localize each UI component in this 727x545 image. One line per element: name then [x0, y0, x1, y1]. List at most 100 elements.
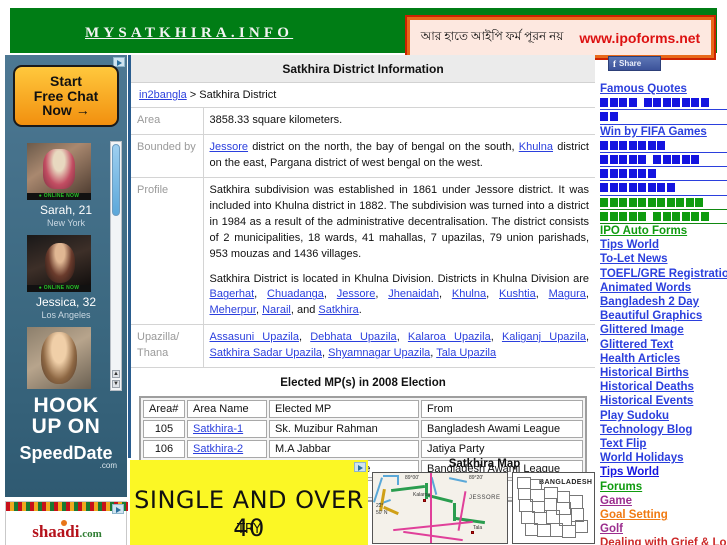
- link-upazila[interactable]: Satkhira Sadar Upazila: [210, 347, 323, 359]
- missing-glyph-box-icon: [609, 140, 618, 150]
- link-upazila[interactable]: Assasuni Upazila: [210, 331, 300, 343]
- missing-glyph-box-icon: [628, 169, 637, 179]
- sidebar-link-list: Famous Quotes Win by FIFA Games IPO Auto F…: [600, 82, 727, 545]
- sidebar-link[interactable]: TOEFL/GRE Registration: [600, 267, 727, 281]
- table-row: 106 Satkhira-2 M.A Jabbar Jatiya Party: [143, 440, 583, 459]
- satkhira-district-map-image[interactable]: Kalaroa Tala 89°00' 89°20' 22° 50' N JES…: [372, 472, 508, 544]
- sidebar-link[interactable]: Glittered Text: [600, 338, 727, 352]
- sidebar-unrendered-text-row[interactable]: [600, 96, 727, 111]
- link-jessore[interactable]: Jessore: [210, 141, 249, 153]
- link-khulna[interactable]: Khulna: [519, 141, 553, 153]
- sidebar-link[interactable]: IPO Auto Forms: [600, 224, 727, 238]
- sidebar-link[interactable]: Dealing with Grief & Loss: [600, 536, 727, 545]
- link-division-district[interactable]: Jessore: [337, 288, 376, 300]
- sidebar-link[interactable]: Golf: [600, 522, 727, 536]
- sidebar-link[interactable]: Historical Deaths: [600, 380, 727, 394]
- table-row-bounded-by: Bounded by Jessore district on the north…: [131, 134, 595, 178]
- sidebar-link[interactable]: Health Articles: [600, 352, 727, 366]
- missing-glyph-box-icon: [638, 169, 646, 179]
- link-division-district[interactable]: Meherpur: [210, 304, 256, 316]
- missing-glyph-box-icon: [691, 98, 699, 108]
- sidebar-link[interactable]: Text Flip: [600, 437, 727, 451]
- ad-headline-line-1: HOOK: [33, 394, 99, 417]
- sidebar-unrendered-text-row[interactable]: [600, 196, 727, 210]
- ad-scrollbar[interactable]: ▲ ▼: [110, 141, 122, 391]
- breadcrumb-separator: >: [186, 89, 200, 101]
- sidebar-link[interactable]: Animated Words: [600, 281, 727, 295]
- start-free-chat-button[interactable]: Start Free Chat Now →: [13, 65, 119, 127]
- facebook-icon: f: [613, 58, 616, 69]
- sidebar-unrendered-text-row[interactable]: [600, 153, 727, 168]
- missing-glyph-box-icon: [628, 211, 637, 221]
- missing-glyph-box-icon: [609, 197, 618, 207]
- link-division-district[interactable]: Kushtia: [499, 288, 536, 300]
- sidebar-link[interactable]: Game: [600, 494, 727, 508]
- link-division-district[interactable]: Jhenaidah: [388, 288, 439, 300]
- separator: ,: [323, 288, 337, 301]
- missing-glyph-box-icon: [609, 154, 618, 164]
- sidebar-link[interactable]: Famous Quotes: [600, 82, 727, 96]
- missing-glyph-box-icon: [619, 197, 627, 207]
- cell-elected-mp: M.A Jabbar: [269, 440, 419, 459]
- sidebar-link[interactable]: Tips World: [600, 465, 727, 479]
- profile-photo-sarah[interactable]: [27, 143, 91, 193]
- col-header-from: From: [421, 400, 583, 419]
- speeddate-ad[interactable]: Start Free Chat Now → ● ONLINE NOW Sarah…: [5, 55, 127, 497]
- shaadi-logo-suffix: .com: [79, 528, 102, 540]
- separator: .: [358, 304, 362, 317]
- scroll-up-arrow-icon[interactable]: ▲: [112, 370, 120, 378]
- adchoices-icon-2[interactable]: [112, 504, 124, 514]
- link-division-district[interactable]: Khulna: [452, 288, 486, 300]
- facebook-share-button[interactable]: f Share: [608, 56, 661, 71]
- link-area-name[interactable]: Satkhira-1: [193, 423, 243, 435]
- link-area-name[interactable]: Satkhira-2: [193, 443, 243, 455]
- ad-headline: HOOK UP ON: [5, 395, 127, 437]
- missing-glyph-box-icon: [653, 211, 661, 221]
- sidebar-unrendered-text-row[interactable]: [600, 210, 727, 224]
- scroll-down-arrow-icon[interactable]: ▼: [112, 380, 120, 388]
- sidebar-link[interactable]: Beautiful Graphics: [600, 309, 727, 323]
- sidebar-link[interactable]: Glittered Image: [600, 323, 727, 337]
- district-info-table: Area 3858.33 square kilometers. Bounded …: [131, 108, 595, 369]
- bangladesh-inset-map-image[interactable]: BANGLADESH: [512, 472, 595, 544]
- sidebar-unrendered-text-row[interactable]: [600, 139, 727, 153]
- link-division-district[interactable]: Chuadanga: [267, 288, 324, 300]
- shaadi-ad[interactable]: shaadi.com: [5, 501, 128, 545]
- site-header: MYSATKHIRA.INFO আর হাতে আইপি ফর্ম পূরন ন…: [10, 8, 717, 60]
- link-upazila[interactable]: Debhata Upazila: [310, 331, 396, 343]
- sidebar-link[interactable]: Technology Blog: [600, 423, 727, 437]
- link-upazila[interactable]: Kalaroa Upazila: [408, 331, 491, 343]
- missing-glyph-box-icon: [619, 169, 627, 179]
- link-division-district[interactable]: Narail: [262, 304, 291, 316]
- sidebar-link[interactable]: Bangladesh 2 Day: [600, 295, 727, 309]
- sidebar-link[interactable]: Play Sudoku: [600, 409, 727, 423]
- sidebar-unrendered-text-row[interactable]: [600, 167, 727, 182]
- link-upazila[interactable]: Kaliganj Upazila: [502, 331, 586, 343]
- col-header-area-no: Area#: [143, 400, 185, 419]
- sidebar-link[interactable]: To-Let News: [600, 252, 727, 266]
- ad-scrollbar-thumb[interactable]: [112, 144, 120, 216]
- sidebar-link[interactable]: Forums: [600, 480, 727, 494]
- link-upazila[interactable]: Shyamnagar Upazila: [328, 347, 430, 359]
- missing-glyph-box-icon: [609, 112, 618, 122]
- profile-photo-3[interactable]: [27, 327, 91, 389]
- sidebar-link[interactable]: Goal Setting: [600, 508, 727, 522]
- breadcrumb-link-in2bangla[interactable]: in2bangla: [139, 89, 187, 101]
- single-over-40-ad[interactable]: SINGLE AND OVER 40 TRY: [130, 460, 368, 545]
- link-upazila[interactable]: Tala Upazila: [436, 347, 496, 359]
- sidebar-unrendered-text-row[interactable]: [600, 110, 727, 125]
- link-division-district[interactable]: Magura: [549, 288, 586, 300]
- profile-photo-jessica[interactable]: [27, 235, 91, 285]
- link-division-district[interactable]: Bagerhat: [210, 288, 255, 300]
- sidebar-link[interactable]: Tips World: [600, 238, 727, 252]
- site-title-link[interactable]: MYSATKHIRA.INFO: [85, 25, 293, 42]
- link-division-district[interactable]: Satkhira: [318, 304, 358, 316]
- sidebar-unrendered-text-row[interactable]: [600, 181, 727, 196]
- sidebar-link[interactable]: Historical Events: [600, 394, 727, 408]
- missing-glyph-box-icon: [628, 98, 637, 108]
- adchoices-icon-3[interactable]: [354, 462, 366, 472]
- sidebar-link[interactable]: Historical Births: [600, 366, 727, 380]
- missing-glyph-box-icon: [672, 211, 680, 221]
- sidebar-link[interactable]: Win by FIFA Games: [600, 125, 727, 139]
- sidebar-link[interactable]: World Holidays: [600, 451, 727, 465]
